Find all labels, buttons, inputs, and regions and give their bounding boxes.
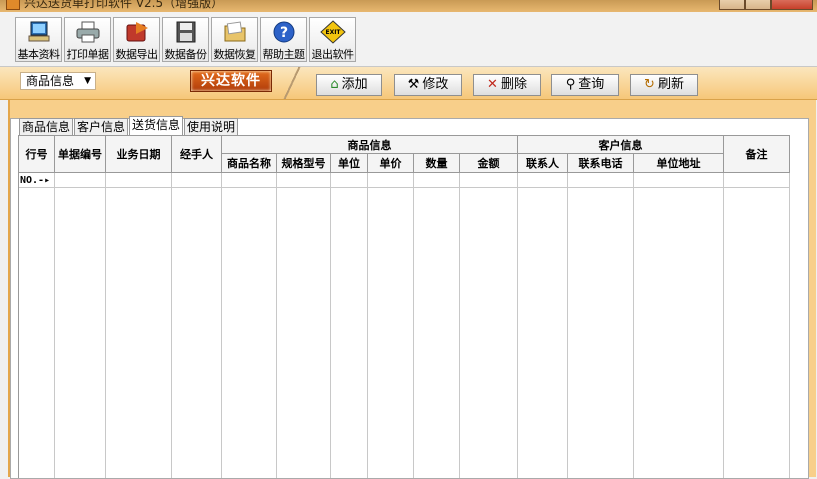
- col-header-phone[interactable]: 联系电话: [568, 154, 634, 173]
- toolbar-label: 数据备份: [164, 48, 208, 61]
- floppy-disk-icon: [176, 21, 195, 43]
- query-label: 查询: [578, 77, 605, 92]
- home-icon: ⌂: [330, 77, 339, 92]
- row-indicator[interactable]: NO.-▸: [20, 175, 50, 186]
- help-button[interactable]: ? 帮助主题: [260, 17, 307, 62]
- add-button[interactable]: ⌂ 添加: [316, 74, 382, 96]
- category-select-value: 商品信息: [26, 74, 75, 88]
- tab-customers[interactable]: 客户信息: [74, 118, 129, 135]
- divider: [272, 67, 312, 99]
- toolbar-label: 数据导出: [115, 48, 159, 61]
- col-header-goods-name[interactable]: 商品名称: [222, 154, 277, 173]
- export-button[interactable]: 数据导出: [113, 17, 160, 62]
- col-header-amount[interactable]: 金额: [460, 154, 518, 173]
- close-button[interactable]: [771, 0, 813, 10]
- tab-goods[interactable]: 商品信息: [19, 118, 74, 135]
- tab-delivery[interactable]: 送货信息: [129, 116, 184, 135]
- export-icon: [126, 22, 148, 42]
- edit-label: 修改: [422, 77, 449, 92]
- col-header-address[interactable]: 单位地址: [634, 154, 724, 173]
- exit-icon: EXIT: [319, 20, 346, 44]
- col-divider: [367, 172, 368, 478]
- toolbar-label: 基本资料: [17, 48, 61, 61]
- category-select[interactable]: 商品信息 ▼: [20, 72, 96, 90]
- title-bar: 兴达送货单打印软件 V2.5（增强版）: [0, 0, 817, 12]
- tab-strip: 商品信息 客户信息 送货信息 使用说明: [19, 116, 239, 135]
- query-button[interactable]: ⚲ 查询: [551, 74, 619, 96]
- print-button[interactable]: 打印单据: [64, 17, 111, 62]
- minimize-button[interactable]: [719, 0, 745, 10]
- col-group-goods: 商品信息: [222, 136, 518, 154]
- svg-text:EXIT: EXIT: [325, 29, 341, 36]
- toolbar-label: 数据恢复: [213, 48, 257, 61]
- basic-data-button[interactable]: 基本资料: [15, 17, 62, 62]
- col-divider: [171, 172, 172, 478]
- delivery-table[interactable]: 行号 单据编号 业务日期 经手人 商品信息 商品名称 规格型号 单位 单价 数量…: [18, 135, 790, 478]
- printer-icon: [76, 21, 99, 43]
- row-divider: [19, 187, 790, 188]
- svg-text:?: ?: [279, 25, 287, 41]
- action-bar: 商品信息 ▼ 兴达软件 ⌂ 添加 ⚒ 修改 ✕ 删除 ⚲ 查询 ↻ 刷新: [0, 67, 817, 100]
- col-divider: [276, 172, 277, 478]
- col-divider: [330, 172, 331, 478]
- delete-x-icon: ✕: [487, 77, 498, 92]
- refresh-button[interactable]: ↻ 刷新: [630, 74, 698, 96]
- delete-label: 删除: [500, 77, 527, 92]
- col-header-contact[interactable]: 联系人: [518, 154, 568, 173]
- window-controls: [719, 0, 813, 10]
- col-header-unit[interactable]: 单位: [331, 154, 368, 173]
- col-divider: [459, 172, 460, 478]
- toolbar-label: 退出软件: [311, 48, 355, 61]
- col-divider: [413, 172, 414, 478]
- col-divider: [221, 172, 222, 478]
- help-icon: ?: [273, 21, 294, 43]
- restore-button[interactable]: 数据恢复: [211, 17, 258, 62]
- toolbar: 基本资料 打印单据 数据导出 数据备份 数据恢复 ? 帮助主题 EXIT 退出软…: [0, 12, 817, 67]
- col-header-spec[interactable]: 规格型号: [277, 154, 331, 173]
- col-header-price[interactable]: 单价: [368, 154, 414, 173]
- col-divider: [517, 172, 518, 478]
- exit-button[interactable]: EXIT 退出软件: [309, 17, 356, 62]
- app-icon: [6, 0, 20, 10]
- toolbar-label: 帮助主题: [262, 48, 306, 61]
- maximize-button[interactable]: [745, 0, 771, 10]
- backup-button[interactable]: 数据备份: [162, 17, 209, 62]
- col-divider: [633, 172, 634, 478]
- col-header-biz-date[interactable]: 业务日期: [106, 136, 172, 173]
- window-title: 兴达送货单打印软件 V2.5（增强版）: [24, 0, 224, 10]
- col-divider: [567, 172, 568, 478]
- toolbar-label: 打印单据: [66, 48, 110, 61]
- col-header-doc-no[interactable]: 单据编号: [55, 136, 106, 173]
- col-divider: [789, 172, 790, 478]
- basic-data-icon: [28, 21, 49, 42]
- folder-restore-icon: [224, 21, 245, 42]
- add-label: 添加: [341, 77, 368, 92]
- col-divider: [54, 172, 55, 478]
- hammer-icon: ⚒: [407, 77, 420, 92]
- chevron-down-icon: ▼: [84, 76, 91, 86]
- edit-button[interactable]: ⚒ 修改: [394, 74, 462, 96]
- delete-button[interactable]: ✕ 删除: [473, 74, 541, 96]
- col-divider: [105, 172, 106, 478]
- col-divider: [723, 172, 724, 478]
- refresh-icon: ↻: [644, 77, 655, 92]
- col-header-qty[interactable]: 数量: [414, 154, 460, 173]
- tab-instructions[interactable]: 使用说明: [184, 118, 239, 135]
- col-header-row-no[interactable]: 行号: [19, 136, 55, 173]
- col-header-remark[interactable]: 备注: [724, 136, 790, 173]
- magnifier-icon: ⚲: [565, 77, 576, 92]
- refresh-label: 刷新: [657, 77, 684, 92]
- brand-logo: 兴达软件: [190, 70, 272, 92]
- col-header-handler[interactable]: 经手人: [172, 136, 222, 173]
- col-group-customer: 客户信息: [518, 136, 724, 154]
